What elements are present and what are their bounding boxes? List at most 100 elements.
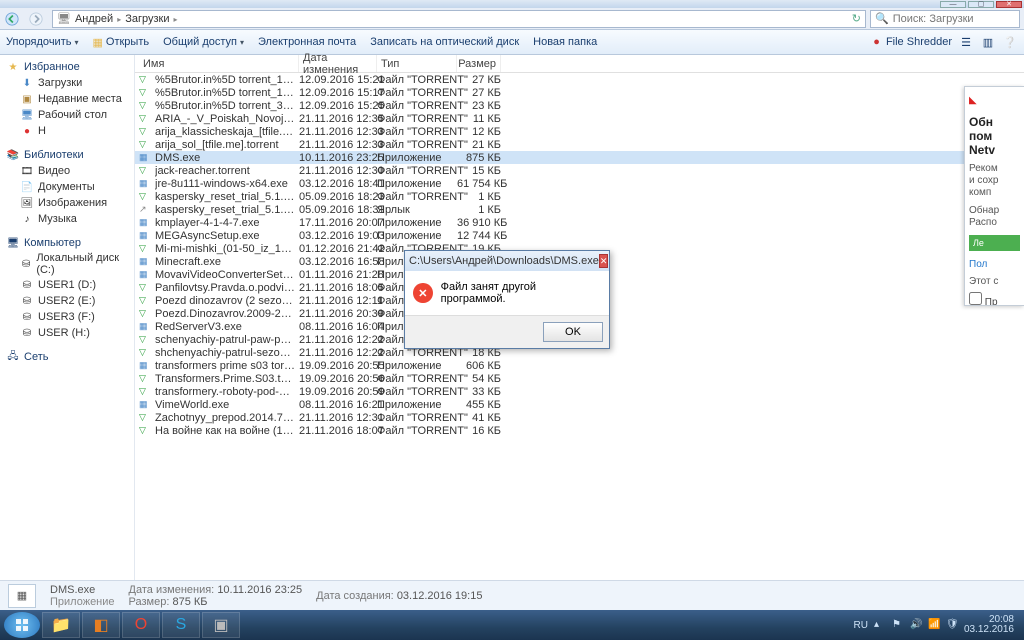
col-name[interactable]: Имя: [139, 55, 299, 72]
file-name: MEGAsyncSetup.exe: [155, 230, 260, 242]
table-row[interactable]: ▦jre-8u111-windows-x64.exe03.12.2016 18:…: [135, 177, 1024, 190]
sidebar-item-music[interactable]: ♪Музыка: [0, 211, 134, 227]
explorer-toolbar: Упорядочить ▦Открыть Общий доступ Электр…: [0, 30, 1024, 55]
col-date[interactable]: Дата изменения: [299, 55, 377, 72]
sidebar-group-computer[interactable]: 🖥Компьютер: [0, 235, 134, 251]
taskbar-app2[interactable]: ▣: [202, 612, 240, 638]
breadcrumb-seg[interactable]: Андрей: [75, 13, 121, 25]
help-button[interactable]: ❔: [1002, 34, 1018, 50]
dialog-close-button[interactable]: ✕: [599, 254, 609, 268]
email-button[interactable]: Электронная почта: [258, 36, 356, 48]
file-shredder-button[interactable]: File Shredder: [886, 36, 952, 48]
file-name: jack-reacher.torrent: [155, 165, 250, 177]
sidebar-item-documents[interactable]: 📄Документы: [0, 179, 134, 195]
table-row[interactable]: ▽Transformers.Prime.S03.torrent19.09.201…: [135, 372, 1024, 385]
file-size: 33 КБ: [457, 386, 501, 398]
breadcrumb-seg[interactable]: Загрузки: [125, 13, 177, 25]
table-row[interactable]: ▽%5Brutor.in%5D torrent_138413 (1).torre…: [135, 73, 1024, 86]
file-size: 606 КБ: [457, 360, 501, 372]
nav-forward-button[interactable]: [24, 9, 48, 29]
taskbar-skype[interactable]: S: [162, 612, 200, 638]
kpop-text: Рекоми сохркомп: [969, 163, 1020, 199]
sidebar-item-drive-f[interactable]: ⛁USER3 (F:): [0, 309, 134, 325]
open-button[interactable]: ▦Открыть: [92, 36, 149, 49]
preview-pane-button[interactable]: ▥: [980, 34, 996, 50]
sidebar-item-desktop[interactable]: 🖥Рабочий стол: [0, 107, 134, 123]
sidebar-group-libraries[interactable]: 📚Библиотеки: [0, 147, 134, 163]
table-row[interactable]: ▽На войне как на войне (1969) DVDRip от……: [135, 424, 1024, 437]
table-row[interactable]: ▽Zachotnyy_prepod.2014.720p.BluRay.x26…2…: [135, 411, 1024, 424]
nav-back-button[interactable]: [0, 9, 24, 29]
col-type[interactable]: Тип: [377, 55, 457, 72]
kpop-link[interactable]: Пол: [969, 259, 1020, 270]
table-row[interactable]: ▽kaspersky_reset_trial_5.1.0.29.exe.torr…: [135, 190, 1024, 203]
kaspersky-popup: ◣ ОбнпомNetv Рекоми сохркомп ОбнарРаспо …: [964, 86, 1024, 306]
window-min-button[interactable]: —: [940, 1, 966, 8]
window-close-button[interactable]: ✕: [996, 1, 1022, 8]
table-row[interactable]: ▦MEGAsyncSetup.exe03.12.2016 19:03Прилож…: [135, 229, 1024, 242]
file-date: 03.12.2016 16:58: [299, 256, 377, 268]
file-size: 1 КБ: [457, 204, 501, 216]
file-type: Файл "TORRENT": [377, 100, 457, 112]
taskbar-app1[interactable]: ◧: [82, 612, 120, 638]
organize-button[interactable]: Упорядочить: [6, 36, 78, 48]
table-row[interactable]: ▦kmplayer-4-1-4-7.exe17.11.2016 20:07При…: [135, 216, 1024, 229]
sidebar-item-recent[interactable]: ▣Недавние места: [0, 91, 134, 107]
sidebar-item-drive-h[interactable]: ⛁USER (H:): [0, 325, 134, 341]
share-button[interactable]: Общий доступ: [163, 36, 244, 48]
table-row[interactable]: ▽%5Brutor.in%5D torrent_138413.torrent12…: [135, 86, 1024, 99]
taskbar-opera[interactable]: O: [122, 612, 160, 638]
sidebar-item-pictures[interactable]: 🖼Изображения: [0, 195, 134, 211]
file-name: kaspersky_reset_trial_5.1.0.29.exe.torre…: [155, 191, 295, 203]
file-size: 1 КБ: [457, 191, 501, 203]
breadcrumb[interactable]: 🖥 Андрей Загрузки ↻: [52, 10, 866, 28]
sidebar-group-network[interactable]: 🖧Сеть: [0, 349, 134, 365]
kpop-checkbox[interactable]: [969, 292, 982, 305]
search-input[interactable]: 🔍 Поиск: Загрузки: [870, 10, 1020, 28]
burn-button[interactable]: Записать на оптический диск: [370, 36, 519, 48]
file-icon: ▽: [139, 347, 153, 359]
tray-flag-icon[interactable]: ⚑: [892, 619, 904, 631]
table-row[interactable]: ▽transformery.-roboty-pod-prikrytiem-tra…: [135, 385, 1024, 398]
tray-lang[interactable]: RU: [853, 620, 867, 631]
dialog-titlebar[interactable]: C:\Users\Андрей\Downloads\DMS.exe ✕: [405, 251, 609, 271]
taskbar-explorer[interactable]: 📁: [42, 612, 80, 638]
sidebar-item-drive-c[interactable]: ⛁Локальный диск (C:): [0, 251, 134, 277]
start-button[interactable]: [4, 612, 40, 638]
table-row[interactable]: ▦DMS.exe10.11.2016 23:25Приложение875 КБ: [135, 151, 1024, 164]
tray-network-icon[interactable]: 📶: [928, 619, 940, 631]
file-date: 03.12.2016 19:03: [299, 230, 377, 242]
table-row[interactable]: ▽ARIA_-_V_Poiskah_Novoj_Zhertvy_(AntiS…2…: [135, 112, 1024, 125]
dialog-ok-button[interactable]: OK: [543, 322, 603, 342]
file-icon: ▽: [139, 243, 153, 255]
file-icon: ▽: [139, 139, 153, 151]
table-row[interactable]: ▦VimeWorld.exe08.11.2016 16:21Приложение…: [135, 398, 1024, 411]
window-max-button[interactable]: ▢: [968, 1, 994, 8]
sidebar-item-drive-e[interactable]: ⛁USER2 (E:): [0, 293, 134, 309]
refresh-icon[interactable]: ↻: [852, 12, 861, 25]
view-options-button[interactable]: ☰: [958, 34, 974, 50]
tray-volume-icon[interactable]: 🔊: [910, 619, 922, 631]
sidebar-item-downloads[interactable]: ⬇Загрузки: [0, 75, 134, 91]
table-row[interactable]: ▽jack-reacher.torrent21.11.2016 12:30Фай…: [135, 164, 1024, 177]
table-row[interactable]: ▦transformers prime s03 torrent.exe19.09…: [135, 359, 1024, 372]
sidebar-item-drive-d[interactable]: ⛁USER1 (D:): [0, 277, 134, 293]
file-icon: ▽: [139, 100, 153, 112]
tray-arrow-icon[interactable]: ▴: [874, 619, 886, 631]
star-icon: ★: [6, 60, 20, 74]
kpop-action-button[interactable]: Ле: [969, 235, 1020, 251]
table-row[interactable]: ▽%5Brutor.in%5D torrent_382925.torrent12…: [135, 99, 1024, 112]
table-row[interactable]: ▽arija_klassicheskaja_[tfile.co].torrent…: [135, 125, 1024, 138]
file-date: 08.11.2016 16:04: [299, 321, 377, 333]
table-row[interactable]: ▽arija_sol_[tfile.me].torrent21.11.2016 …: [135, 138, 1024, 151]
tray-shield-icon[interactable]: 🛡: [946, 619, 958, 631]
sidebar-group-favorites[interactable]: ★Избранное: [0, 59, 134, 75]
sidebar-item-h[interactable]: ●Н: [0, 123, 134, 139]
navigation-pane: ★Избранное ⬇Загрузки ▣Недавние места 🖥Ра…: [0, 55, 135, 580]
col-size[interactable]: Размер: [457, 55, 501, 72]
newfolder-button[interactable]: Новая папка: [533, 36, 597, 48]
sidebar-item-videos[interactable]: 🎞Видео: [0, 163, 134, 179]
file-type: Файл "TORRENT": [377, 165, 457, 177]
tray-clock[interactable]: 20:0803.12.2016: [964, 615, 1014, 635]
table-row[interactable]: ↗kaspersky_reset_trial_5.1.0.29.exe.torr…: [135, 203, 1024, 216]
